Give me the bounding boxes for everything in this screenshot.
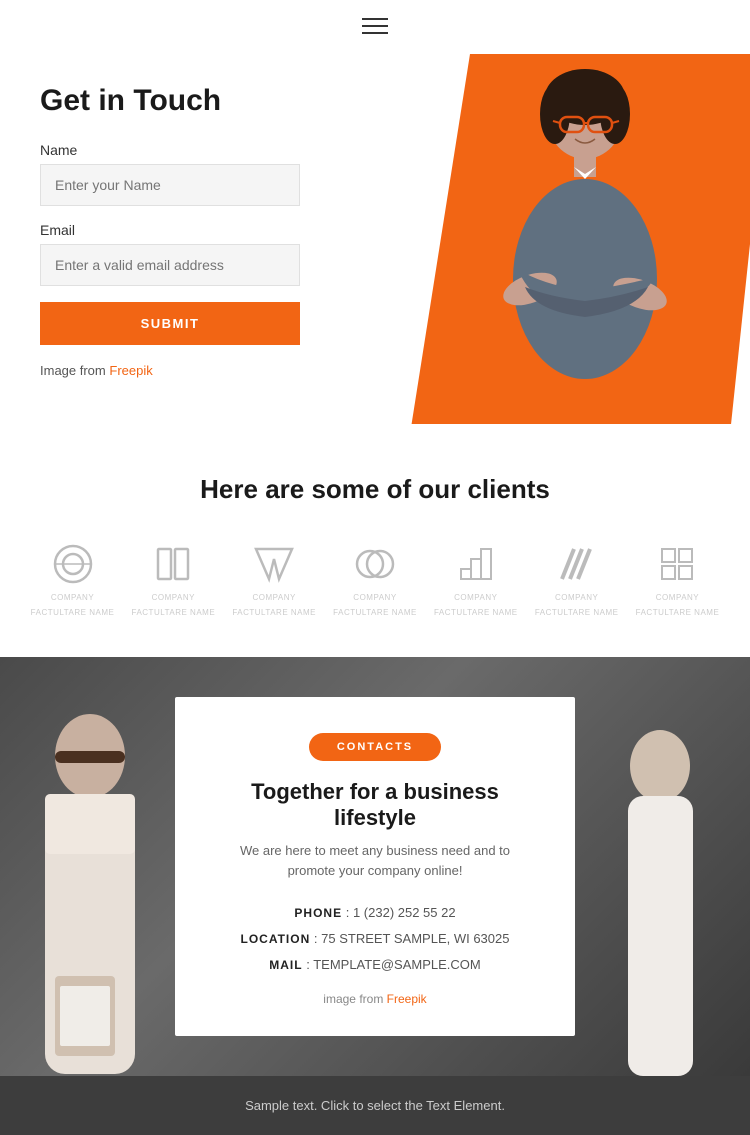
freepik-link[interactable]: Freepik [109,363,152,378]
contact-info: PHONE : 1 (232) 252 55 22 LOCATION : 75 … [215,900,535,978]
hero-title: Get in Touch [40,84,340,118]
image-credit: Image from Freepik [40,363,340,378]
hero-form-area: Get in Touch Name Email SUBMIT Image fro… [40,84,340,378]
client-logo-5: COMPANY FACTULTARE NAME [433,541,518,617]
client-logo-4: COMPANY FACTULTARE NAME [332,541,417,617]
card-freepik-link[interactable]: Freepik [387,992,427,1006]
bg-person-right [570,657,750,1076]
contact-heading: Together for a business lifestyle [215,779,535,831]
clients-title: Here are some of our clients [30,474,720,505]
hero-section: Get in Touch Name Email SUBMIT Image fro… [0,44,750,424]
client-logo-1: COMPANY FACTULTARE NAME [30,541,115,617]
footer-text[interactable]: Sample text. Click to select the Text El… [245,1098,505,1113]
clients-logos-grid: COMPANY FACTULTARE NAME COMPANY FACTULTA… [30,541,720,617]
email-input[interactable] [40,244,300,286]
mail-row: MAIL : TEMPLATE@SAMPLE.COM [215,952,535,978]
location-value: 75 STREET SAMPLE, WI 63025 [321,931,509,946]
name-input[interactable] [40,164,300,206]
phone-value: 1 (232) 252 55 22 [353,905,456,920]
contacts-badge[interactable]: CONTACTS [309,733,441,761]
client-logo-2: COMPANY FACTULTARE NAME [131,541,216,617]
name-label: Name [40,142,340,158]
phone-label: PHONE [294,906,342,920]
header [0,0,750,44]
phone-row: PHONE : 1 (232) 252 55 22 [215,900,535,926]
clients-section: Here are some of our clients COMPANY FAC… [0,424,750,657]
client-logo-7: COMPANY FACTULTARE NAME [635,541,720,617]
hero-woman-image [330,44,750,424]
email-label: Email [40,222,340,238]
contact-card: CONTACTS Together for a business lifesty… [175,697,575,1036]
contact-subtext: We are here to meet any business need an… [215,841,535,880]
footer: Sample text. Click to select the Text El… [0,1076,750,1135]
card-image-credit: image from Freepik [215,992,535,1006]
hamburger-menu-icon[interactable] [362,18,388,34]
submit-button[interactable]: SUBMIT [40,302,300,345]
contact-bg-section: CONTACTS Together for a business lifesty… [0,657,750,1076]
mail-label: MAIL [269,958,302,972]
location-row: LOCATION : 75 STREET SAMPLE, WI 63025 [215,926,535,952]
location-label: LOCATION [241,932,311,946]
mail-value: TEMPLATE@SAMPLE.COM [313,957,481,972]
client-logo-6: COMPANY FACTULTARE NAME [534,541,619,617]
client-logo-3: COMPANY FACTULTARE NAME [232,541,317,617]
